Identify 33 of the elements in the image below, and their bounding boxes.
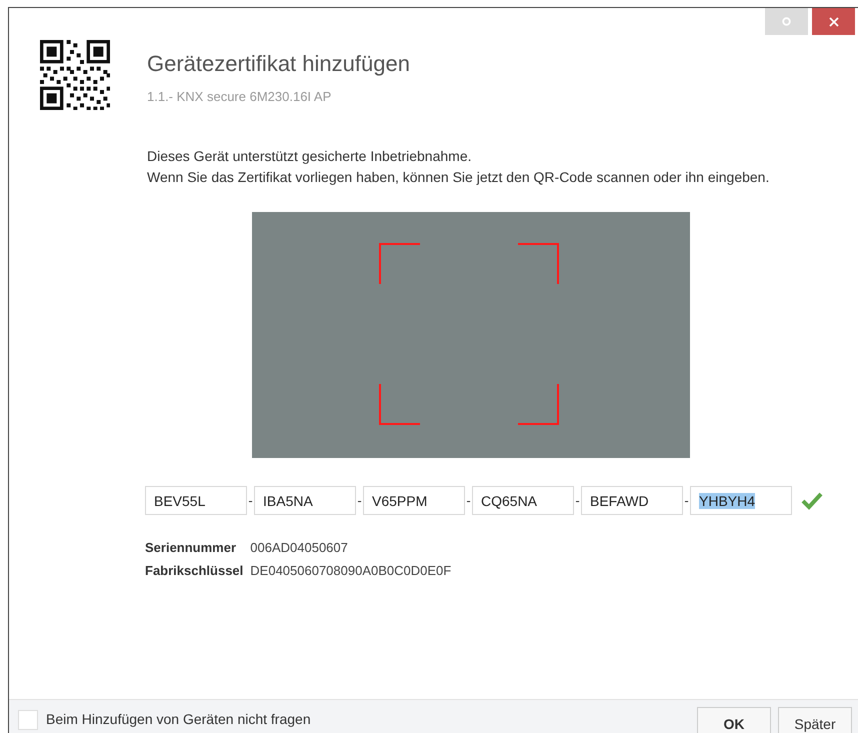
selected-text: BEV55L (154, 492, 206, 508)
close-icon (828, 16, 838, 26)
separator-text: - (574, 493, 581, 508)
qr-code-icon (40, 40, 110, 110)
device-subtitle: 1.1.- KNX secure 6M230.16I AP (147, 89, 332, 104)
code-field[interactable]: V65PPM (363, 486, 465, 515)
code-field[interactable]: CQ65NA (472, 486, 574, 515)
checkbox-label: Beim Hinzufügen von Geräten nicht fragen (46, 711, 311, 727)
checkbox[interactable] (18, 710, 38, 730)
description-text: Wenn Sie das Zertifikat vorliegen haben, können Sie jetzt den QR-Code scannen oder ihn eingeben. (147, 168, 770, 187)
separator-text: - (247, 493, 254, 508)
later-button[interactable]: Später (778, 707, 852, 733)
code-field[interactable]: BEV55L (145, 486, 247, 515)
selected-text: BEFAWD (590, 492, 649, 508)
separator-text: - (356, 493, 363, 508)
code-field[interactable]: BEFAWD (581, 486, 683, 515)
selected-text: YHBYH4 (699, 492, 756, 508)
settings-icon (782, 17, 791, 26)
code-field[interactable]: YHBYH4 (690, 486, 792, 515)
ok-button[interactable]: OK (697, 707, 771, 733)
detail-label: Seriennummer (145, 540, 238, 555)
selected-text: CQ65NA (481, 492, 538, 508)
separator-text: - (465, 493, 472, 508)
close-button[interactable] (812, 8, 855, 35)
code-field[interactable]: IBA5NA (254, 486, 356, 515)
detail-value: DE0405060708090A0B0C0D0E0F (250, 563, 452, 578)
detail-value: 006AD04050607 (250, 540, 349, 555)
detail-label: Fabrikschlüssel (145, 563, 244, 578)
separator-text: - (683, 493, 690, 508)
selected-text: IBA5NA (263, 492, 313, 508)
selected-text: V65PPM (372, 492, 428, 508)
description-text: Dieses Gerät unterstützt gesicherte Inbetriebnahme. (147, 147, 473, 166)
dialog-title: Gerätezertifikat hinzufügen (147, 51, 410, 77)
